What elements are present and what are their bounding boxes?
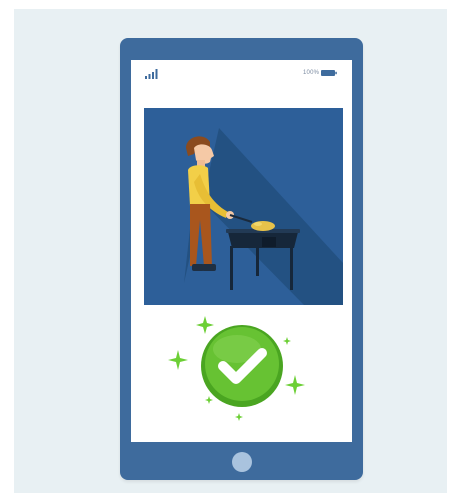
home-button[interactable] xyxy=(232,452,252,472)
checkmark-icon xyxy=(201,325,283,407)
grill-food xyxy=(251,221,275,231)
phone-device: 100% xyxy=(120,38,363,480)
battery-icon xyxy=(321,70,337,76)
phone-screen: 100% xyxy=(131,60,352,442)
battery-percent: 100% xyxy=(303,70,320,76)
signal-bars-icon xyxy=(145,69,158,79)
confirmation-area xyxy=(131,313,352,438)
cooking-illustration xyxy=(144,108,343,305)
status-bar: 100% xyxy=(131,60,352,90)
